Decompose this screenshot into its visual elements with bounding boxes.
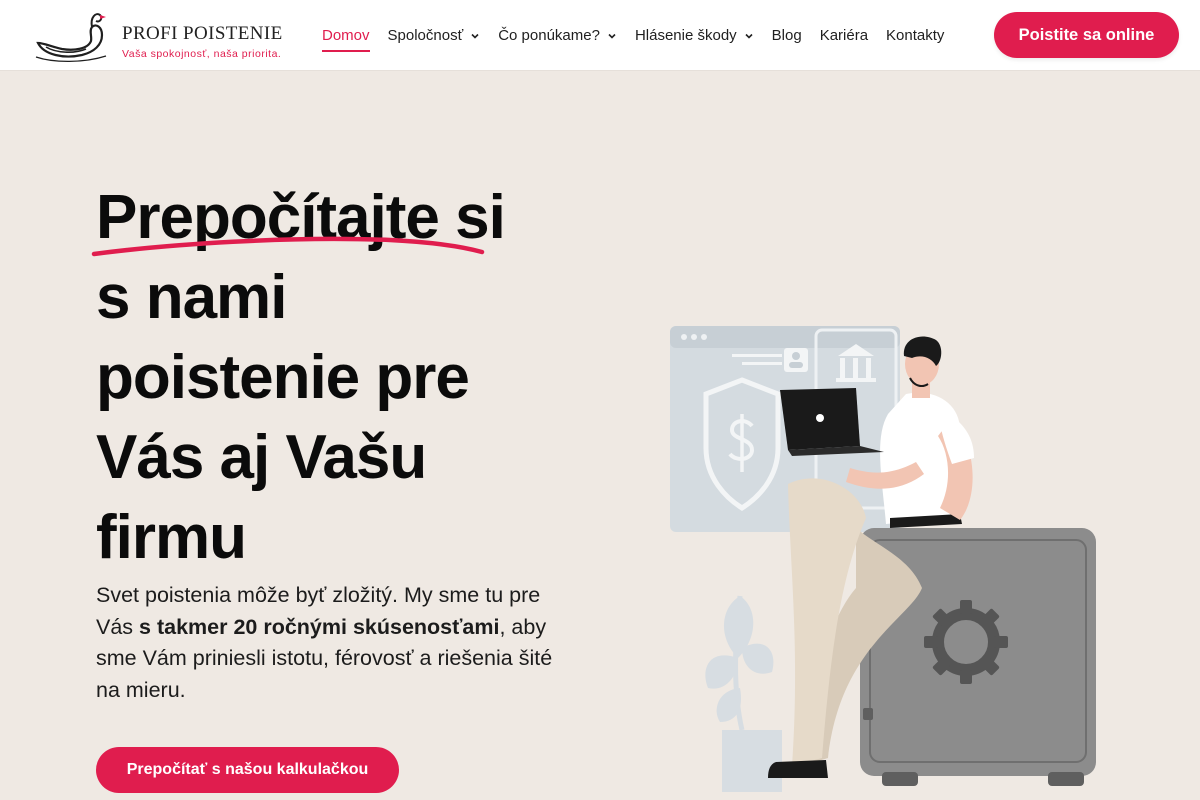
chevron-down-icon <box>607 31 617 41</box>
nav-item-label: Spoločnosť <box>387 27 464 44</box>
chevron-down-icon <box>744 31 754 41</box>
nav-item-label: Čo ponúkame? <box>498 27 600 44</box>
title-underline-decoration <box>91 236 485 257</box>
nav-item-hlasenie-skody[interactable]: Hlásenie škody <box>635 24 754 48</box>
nav-item-blog[interactable]: Blog <box>772 24 802 48</box>
hero-title-line-4: Vás aj Vašu <box>96 423 427 492</box>
nav-item-kontakty[interactable]: Kontakty <box>886 24 944 48</box>
insure-online-button[interactable]: Poistite sa online <box>994 12 1179 58</box>
hero-title-line-5: firmu <box>96 503 247 572</box>
nav-item-kariera[interactable]: Kariéra <box>820 24 868 48</box>
logo-link[interactable]: PROFI POISTENIE Vaša spokojnosť, naša pr… <box>34 9 284 63</box>
nav-item-label: Kariéra <box>819 27 869 44</box>
hero-text-bold: s takmer 20 ročnými skúsenosťami <box>139 614 500 639</box>
nav-item-domov[interactable]: Domov <box>322 24 370 52</box>
plant-icon <box>705 595 782 792</box>
id-card-icon <box>784 348 808 372</box>
nav-item-label: Kontakty <box>886 27 945 44</box>
swan-logo-icon <box>35 13 107 62</box>
nav-item-co-ponukame[interactable]: Čo ponúkame? <box>498 24 617 48</box>
site-header: PROFI POISTENIE Vaša spokojnosť, naša pr… <box>0 0 1200 71</box>
calculator-button[interactable]: Prepočítať s našou kalkulačkou <box>96 747 399 793</box>
hero-illustration <box>670 326 1096 792</box>
hero-title-line-2: s nami <box>96 263 287 332</box>
main-nav: Domov Spoločnosť Čo ponúkame? Hlásenie š… <box>322 0 962 71</box>
nav-item-label: Blog <box>771 27 802 44</box>
brand-tagline: Vaša spokojnosť, naša priorita. <box>122 48 282 60</box>
hero-title-line-3: poistenie pre <box>96 343 470 412</box>
nav-item-label: Domov <box>322 27 370 44</box>
brand-name: PROFI POISTENIE <box>122 23 283 44</box>
nav-item-label: Hlásenie škody <box>634 27 737 44</box>
hero-description: Svet poistenia môže byť zložitý. My sme … <box>96 580 576 706</box>
nav-item-spolocnost[interactable]: Spoločnosť <box>388 24 481 48</box>
chevron-down-icon <box>470 31 480 41</box>
